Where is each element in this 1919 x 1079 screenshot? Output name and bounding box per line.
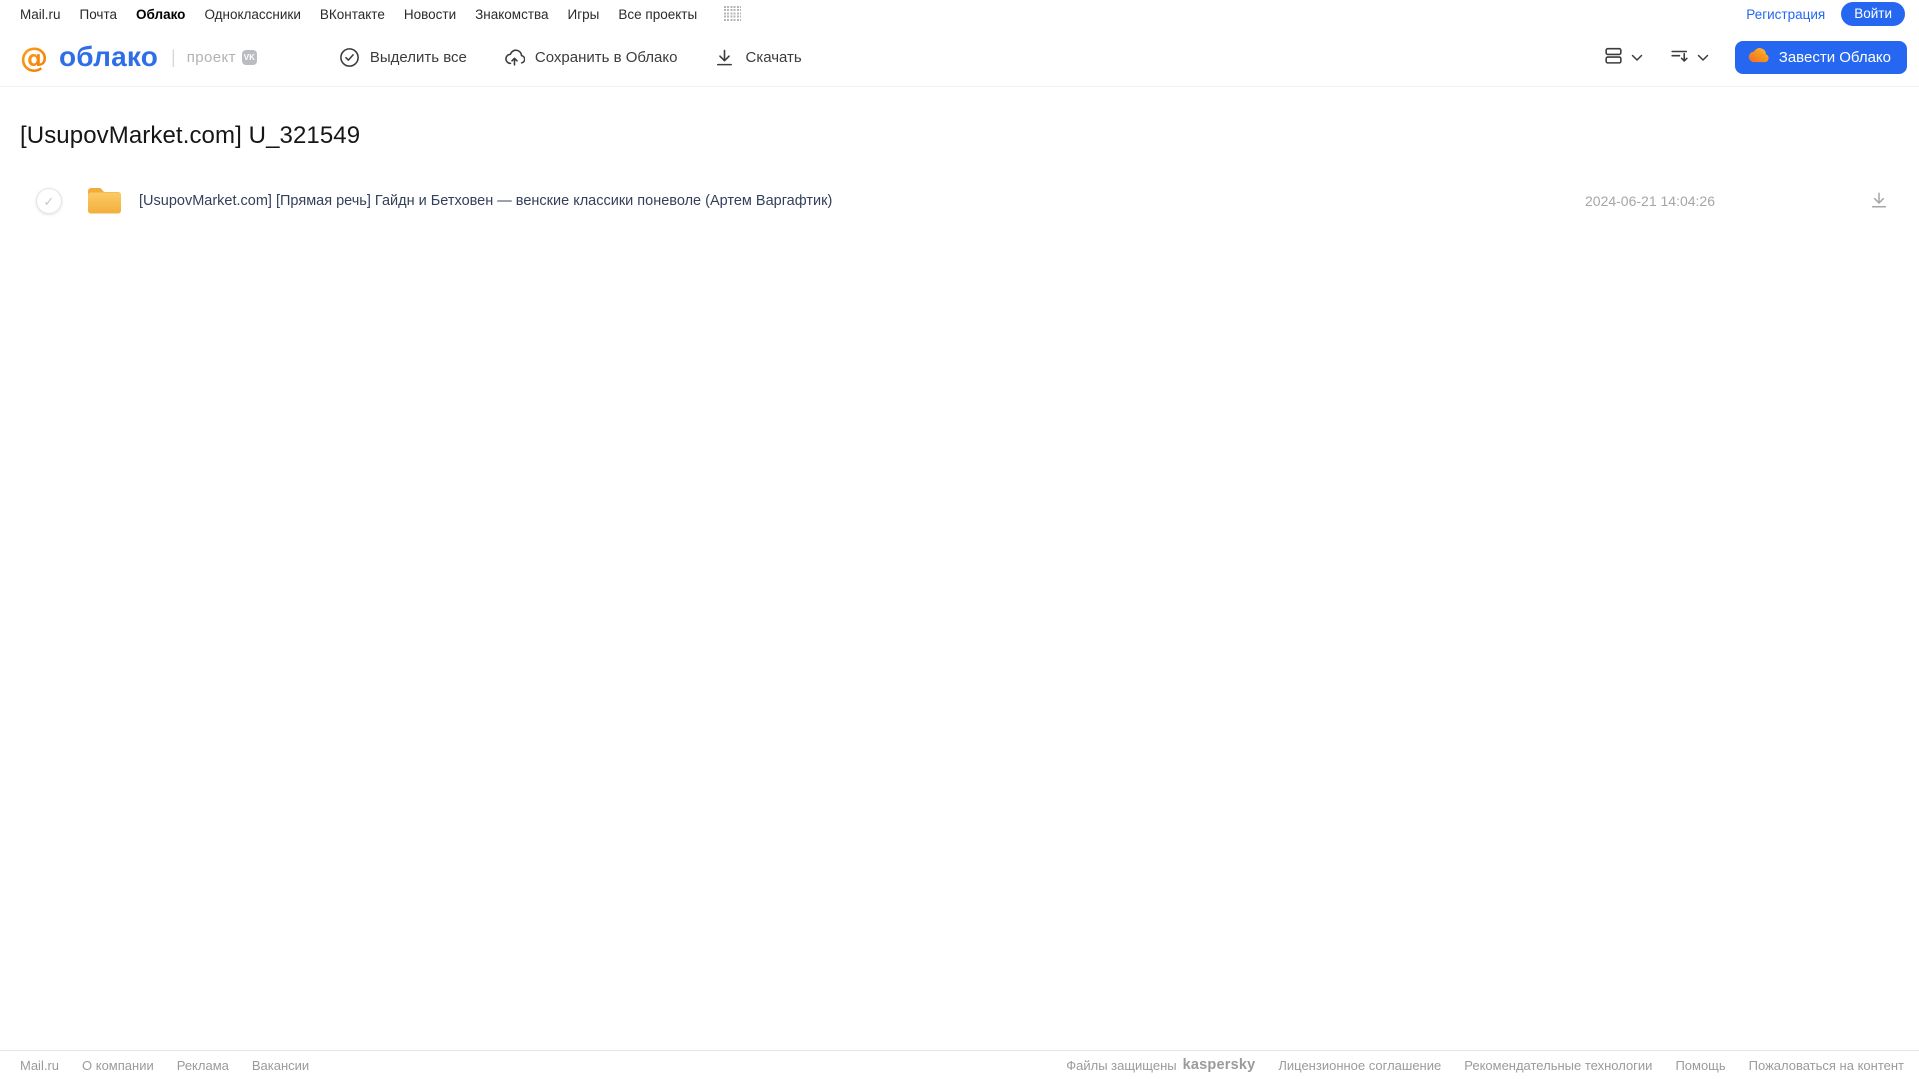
row-checkbox[interactable]: ✓ [36,188,62,214]
cloud-logo-icon [1748,47,1769,67]
download-label: Скачать [745,48,802,66]
svg-text:@: @ [20,41,48,74]
cloud-header: @ облако | проект VK Выделить все Сохран… [0,28,1919,86]
select-all-label: Выделить все [369,48,467,66]
get-cloud-button[interactable]: Завести Облако [1734,40,1907,74]
nav-igry[interactable]: Игры [568,7,600,22]
nav-vkontakte[interactable]: ВКонтакте [320,7,385,22]
file-row[interactable]: ✓ [UsupovMarket.com] [Прямая речь] Гайдн… [0,178,1919,224]
file-toolbar: Выделить все Сохранить в Облако Скачать [339,47,802,68]
chevron-down-icon [1697,50,1709,65]
at-logo-icon: @ [20,41,48,74]
chevron-down-icon [1631,50,1643,65]
check-circle-icon [339,47,360,68]
protected-label: Файлы защищены [1066,1057,1177,1073]
folder-icon [86,186,123,216]
nav-novosti[interactable]: Новости [404,7,456,22]
register-link[interactable]: Регистрация [1746,7,1825,22]
sort-button[interactable] [1665,41,1713,73]
footer-recommendation-tech-link[interactable]: Рекомендательные технологии [1464,1058,1652,1073]
nav-pochta[interactable]: Почта [80,7,118,22]
sort-icon [1669,45,1690,69]
row-download-button[interactable] [1867,188,1891,215]
footer-left-links: Mail.ru О компании Реклама Вакансии [20,1058,309,1073]
portal-navbar: Mail.ru Почта Облако Одноклассники ВКонт… [0,0,1919,28]
share-content: [UsupovMarket.com] U_321549 ✓ [UsupovMar… [0,86,1919,224]
project-label: проект [186,48,236,66]
footer-report-link[interactable]: Пожаловаться на контент [1749,1058,1904,1073]
download-icon [1869,190,1889,213]
project-vk: проект VK [187,49,257,66]
view-mode-button[interactable] [1599,41,1647,73]
cloud-upload-icon [504,47,525,68]
logo-divider: | [171,46,176,67]
save-to-cloud-button[interactable]: Сохранить в Облако [504,47,678,68]
get-cloud-label: Завести Облако [1778,48,1891,66]
logo-wordmark: облако [59,41,159,72]
footer-mailru-link[interactable]: Mail.ru [20,1058,59,1073]
vk-badge-icon: VK [241,49,257,65]
nav-oblako[interactable]: Облако [136,7,185,22]
download-icon [714,47,735,68]
nav-all-projects[interactable]: Все проекты [618,7,697,22]
footer-ads-link[interactable]: Реклама [177,1058,229,1073]
nav-znakomstva[interactable]: Знакомства [475,7,548,22]
portal-links: Mail.ru Почта Облако Одноклассники ВКонт… [20,5,742,23]
apps-grid-icon[interactable] [724,5,742,23]
footer-right-links: Файлы защищены kaspersky Лицензионное со… [1066,1057,1904,1073]
save-to-cloud-label: Сохранить в Облако [534,48,678,66]
select-all-button[interactable]: Выделить все [339,47,467,68]
footer-about-link[interactable]: О компании [82,1058,154,1073]
file-date: 2024-06-21 14:04:26 [1585,193,1715,209]
portal-auth: Регистрация Войти [1746,2,1905,26]
nav-mailru[interactable]: Mail.ru [20,7,61,22]
nav-odnoklassniki[interactable]: Одноклассники [204,7,300,22]
footer-license-link[interactable]: Лицензионное соглашение [1278,1058,1441,1073]
download-button[interactable]: Скачать [714,47,802,68]
file-name-link[interactable]: [UsupovMarket.com] [Прямая речь] Гайдн и… [139,193,832,209]
header-right-controls: Завести Облако [1599,40,1907,74]
kaspersky-logo[interactable]: kaspersky [1183,1057,1256,1073]
page-title: [UsupovMarket.com] U_321549 [20,122,361,149]
checkmark-icon: ✓ [43,193,55,209]
view-mode-icon [1603,45,1624,69]
footer-jobs-link[interactable]: Вакансии [252,1058,309,1073]
kaspersky-protection: Файлы защищены kaspersky [1066,1057,1255,1073]
cloud-logo[interactable]: @ облако [16,39,158,75]
footer-help-link[interactable]: Помощь [1675,1058,1725,1073]
page-footer: Mail.ru О компании Реклама Вакансии Файл… [0,1050,1919,1079]
login-button[interactable]: Войти [1841,2,1905,26]
